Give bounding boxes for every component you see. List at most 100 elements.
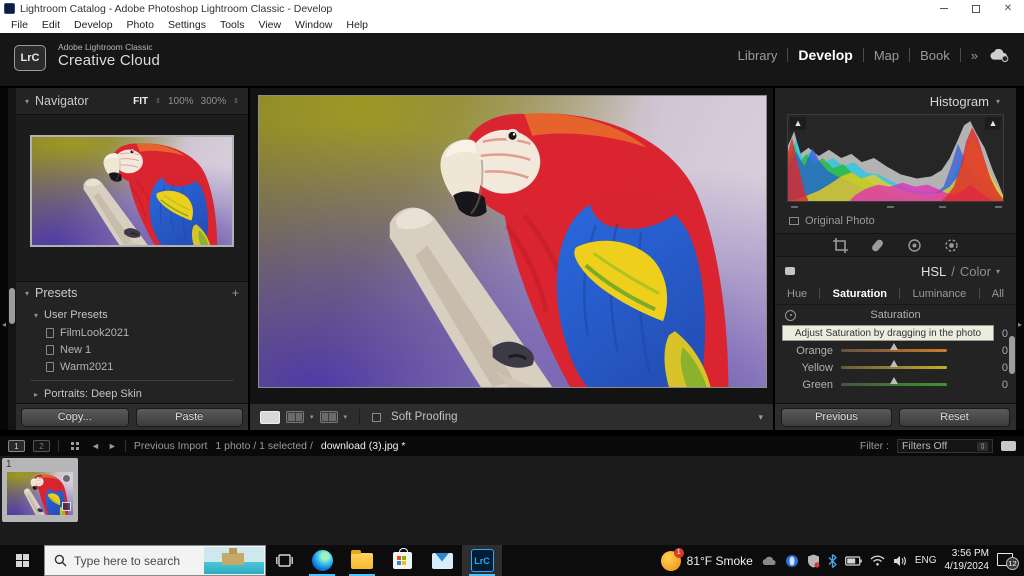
module-map[interactable]: Map: [874, 48, 899, 63]
current-filename[interactable]: download (3).jpg *: [321, 440, 406, 452]
panel-toggle-switch[interactable]: [785, 267, 795, 275]
previous-button[interactable]: Previous: [781, 408, 892, 427]
healing-tool-icon[interactable]: [870, 238, 885, 253]
menu-file[interactable]: File: [4, 19, 35, 31]
next-photo-icon[interactable]: ►: [108, 441, 117, 451]
slider-thumb[interactable]: [890, 377, 898, 384]
navigator-zoom-300[interactable]: 300%: [201, 96, 227, 107]
taskbar-app-mail[interactable]: [422, 545, 462, 576]
right-panel-collapse-strip[interactable]: ▸: [1016, 88, 1024, 430]
add-preset-button[interactable]: +: [232, 286, 239, 300]
volume-icon[interactable]: [893, 555, 907, 567]
taskbar-app-edge[interactable]: [302, 545, 342, 576]
yellow-value[interactable]: 0: [990, 362, 1008, 374]
preset-group-portraits-deep-skin[interactable]: ▸ Portraits: Deep Skin: [16, 385, 248, 403]
grid-view-icon[interactable]: [71, 442, 79, 450]
task-view-button[interactable]: [266, 545, 302, 576]
menu-tools[interactable]: Tools: [213, 19, 252, 31]
module-develop[interactable]: Develop: [798, 47, 852, 63]
source-label[interactable]: Previous Import: [134, 440, 208, 452]
menu-window[interactable]: Window: [288, 19, 339, 31]
menu-edit[interactable]: Edit: [35, 19, 67, 31]
filmstrip-thumbnail-cell[interactable]: 1: [2, 458, 78, 522]
masking-tool-icon[interactable]: [944, 238, 959, 253]
hsl-panel-header[interactable]: HSL / Color ▾: [775, 259, 1016, 283]
taskbar-app-lightroom[interactable]: LrC: [462, 545, 502, 576]
module-book[interactable]: Book: [920, 48, 950, 63]
reset-button[interactable]: Reset: [899, 408, 1010, 427]
opera-icon[interactable]: [785, 554, 799, 568]
before-after-tb-icon[interactable]: [320, 411, 338, 423]
second-window-icon[interactable]: 2: [33, 440, 50, 452]
orange-slider[interactable]: [841, 349, 947, 352]
start-button[interactable]: [0, 545, 44, 576]
onedrive-icon[interactable]: [761, 555, 777, 566]
navigator-fit[interactable]: FIT: [133, 96, 148, 107]
taskbar-search[interactable]: Type here to search: [44, 545, 266, 576]
preset-item-warm2021[interactable]: Warm2021: [16, 358, 248, 375]
taskbar-app-explorer[interactable]: [342, 545, 382, 576]
orange-value[interactable]: 0: [990, 345, 1008, 357]
green-value[interactable]: 0: [990, 379, 1008, 391]
shadow-clipping-indicator[interactable]: ▲: [790, 117, 806, 130]
slider-thumb[interactable]: [890, 343, 898, 350]
cloud-sync-icon[interactable]: [988, 47, 1010, 63]
photo-canvas[interactable]: [258, 95, 767, 388]
navigator-header[interactable]: ▾ Navigator FIT ⇕ 100% 300% ⇕: [16, 88, 248, 114]
taskbar-clock[interactable]: 3:56 PM 4/19/2024: [945, 548, 990, 573]
taskbar-app-store[interactable]: [382, 545, 422, 576]
hsl-title[interactable]: HSL: [921, 264, 946, 279]
navigator-preview-image[interactable]: [30, 135, 234, 247]
histogram-header[interactable]: Histogram ▾: [775, 88, 1016, 114]
previous-photo-icon[interactable]: ◄: [91, 441, 100, 451]
wifi-icon[interactable]: [870, 555, 885, 566]
weather-widget[interactable]: 1 81°F Smoke: [661, 551, 753, 571]
paste-button[interactable]: Paste: [136, 408, 244, 427]
zoom-spinner-icon[interactable]: ⇕: [155, 97, 161, 105]
green-slider[interactable]: [841, 383, 947, 386]
original-photo-row[interactable]: Original Photo: [775, 212, 1016, 230]
soft-proofing-checkbox[interactable]: [372, 413, 381, 422]
battery-icon[interactable]: [845, 556, 862, 566]
zoom-spinner-icon[interactable]: ⇕: [233, 97, 239, 105]
minimize-button[interactable]: [928, 0, 960, 17]
action-center-button[interactable]: 12: [997, 552, 1019, 570]
caret-down-icon[interactable]: ▾: [344, 413, 348, 421]
tab-hue[interactable]: Hue: [787, 288, 807, 300]
highlight-clipping-indicator[interactable]: ▲: [985, 117, 1001, 130]
preset-group-user-presets[interactable]: ▾ User Presets: [16, 306, 248, 324]
red-eye-tool-icon[interactable]: [907, 238, 922, 253]
histogram-chart[interactable]: ▲ ▲: [787, 114, 1004, 202]
right-scroll-thumb[interactable]: [1009, 336, 1015, 374]
preset-item-new1[interactable]: New 1: [16, 341, 248, 358]
menu-settings[interactable]: Settings: [161, 19, 213, 31]
left-panel-scrollbar[interactable]: [8, 88, 16, 430]
slider-thumb[interactable]: [890, 360, 898, 367]
main-window-icon[interactable]: 1: [8, 440, 25, 452]
presets-header[interactable]: ▾ Presets +: [16, 282, 248, 304]
close-button[interactable]: ✕: [992, 0, 1024, 17]
preset-item-filmlook2021[interactable]: FilmLook2021: [16, 324, 248, 341]
loupe-view-icon[interactable]: [260, 411, 280, 424]
menu-photo[interactable]: Photo: [120, 19, 161, 31]
module-overflow-icon[interactable]: »: [971, 48, 978, 63]
menu-view[interactable]: View: [251, 19, 288, 31]
search-highlight-image[interactable]: [204, 547, 264, 574]
navigator-zoom-100[interactable]: 100%: [168, 96, 194, 107]
tab-luminance[interactable]: Luminance: [912, 288, 966, 300]
bluetooth-icon[interactable]: [828, 554, 837, 568]
language-indicator[interactable]: ENG: [915, 555, 937, 566]
before-after-lr-icon[interactable]: [286, 411, 304, 423]
caret-down-icon[interactable]: ▾: [310, 413, 314, 421]
left-scroll-thumb[interactable]: [9, 288, 15, 324]
filter-toggle-switch[interactable]: [1001, 441, 1016, 451]
filter-dropdown[interactable]: Filters Off ⇕: [897, 439, 993, 453]
restore-button[interactable]: [960, 0, 992, 17]
crop-tool-icon[interactable]: [833, 238, 848, 253]
left-panel-collapse-strip[interactable]: ◂: [0, 88, 8, 430]
color-title[interactable]: Color: [960, 264, 991, 279]
menu-help[interactable]: Help: [339, 19, 375, 31]
toolbar-options-caret-icon[interactable]: ▾: [758, 412, 763, 423]
menu-develop[interactable]: Develop: [67, 19, 120, 31]
yellow-slider[interactable]: [841, 366, 947, 369]
